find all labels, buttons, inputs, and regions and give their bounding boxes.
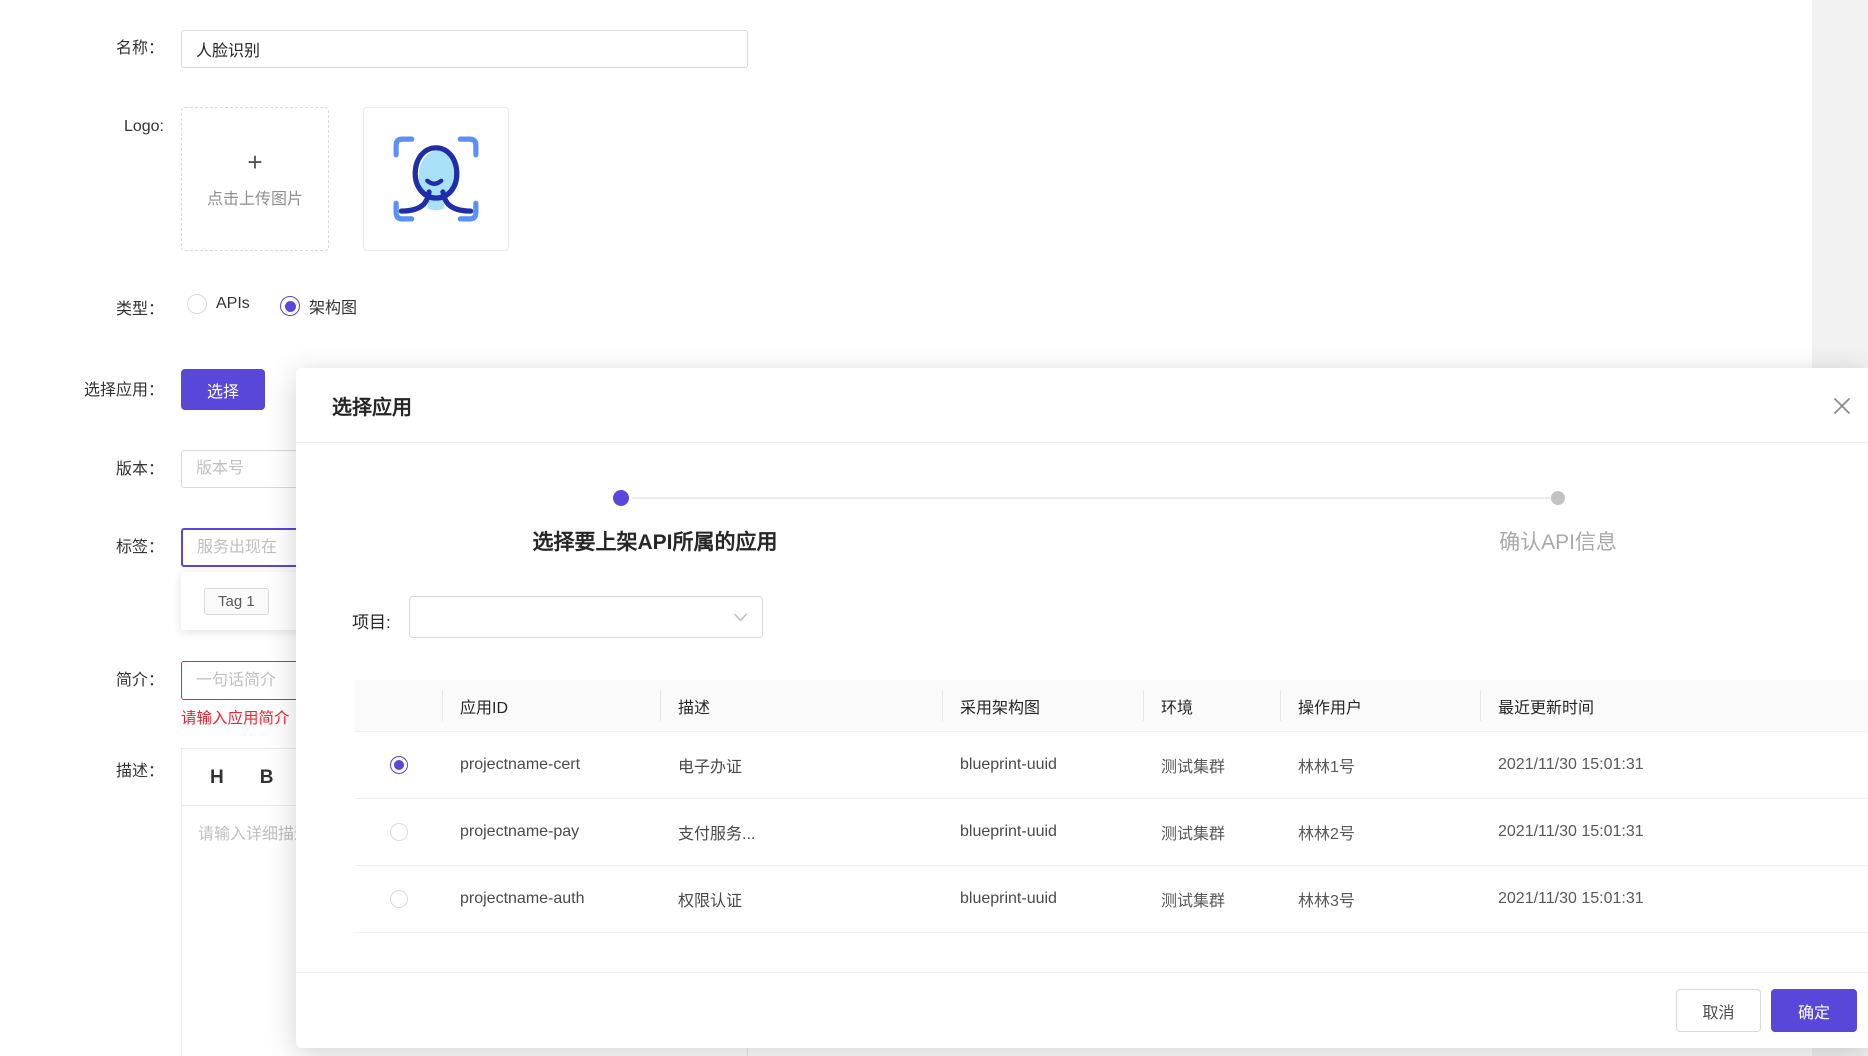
row-radio[interactable] bbox=[390, 756, 408, 774]
radio-circle[interactable] bbox=[280, 296, 300, 316]
column-header: 操作用户 bbox=[1280, 680, 1480, 731]
app-description: 电子办证 bbox=[660, 753, 942, 777]
app-operator: 林林3号 bbox=[1280, 887, 1480, 911]
app-table: 应用ID描述采用架构图环境操作用户最近更新时间 projectname-cert… bbox=[355, 680, 1868, 933]
heading-tool-icon[interactable]: H bbox=[210, 768, 224, 787]
table-row[interactable]: projectname-cert 电子办证 blueprint-uuid 测试集… bbox=[355, 732, 1868, 799]
type-label: 类型： bbox=[0, 300, 164, 320]
step2-label: 确认API信息 bbox=[1499, 526, 1617, 556]
name-input[interactable] bbox=[181, 30, 748, 68]
step1-label: 选择要上架API所属的应用 bbox=[532, 526, 777, 556]
app-environment: 测试集群 bbox=[1143, 820, 1280, 844]
radio-blueprint[interactable]: 架构图 bbox=[280, 294, 357, 318]
description-label: 描述： bbox=[0, 762, 164, 782]
bold-tool-icon[interactable]: B bbox=[260, 768, 274, 787]
app-operator: 林林2号 bbox=[1280, 820, 1480, 844]
intro-error-message: 请输入应用简介 bbox=[181, 706, 290, 728]
app-environment: 测试集群 bbox=[1143, 887, 1280, 911]
modal-header: 选择应用 bbox=[296, 368, 1868, 443]
face-scan-icon bbox=[384, 123, 488, 235]
table-header-row: 应用ID描述采用架构图环境操作用户最近更新时间 bbox=[355, 680, 1868, 732]
column-header: 环境 bbox=[1143, 680, 1280, 731]
app-id-link[interactable]: projectname-pay bbox=[442, 823, 660, 841]
project-label: 项目: bbox=[352, 608, 391, 633]
modal-footer: 取消 确定 bbox=[296, 972, 1868, 1048]
logo-preview[interactable] bbox=[363, 107, 509, 251]
app-screen: 名称： Logo: + 点击上传图片 类型： bbox=[0, 0, 1868, 1056]
blueprint-link[interactable]: blueprint-uuid bbox=[942, 756, 1143, 774]
column-header: 最近更新时间 bbox=[1480, 680, 1868, 731]
row-radio[interactable] bbox=[390, 823, 408, 841]
ok-button[interactable]: 确定 bbox=[1771, 989, 1857, 1032]
version-label: 版本： bbox=[0, 460, 164, 480]
chevron-down-icon bbox=[733, 610, 748, 625]
radio-blueprint-label: 架构图 bbox=[309, 294, 357, 318]
step2-dot bbox=[1551, 491, 1565, 505]
steps-connector bbox=[632, 497, 1552, 499]
upload-logo-button[interactable]: + 点击上传图片 bbox=[181, 107, 329, 251]
app-environment: 测试集群 bbox=[1143, 753, 1280, 777]
intro-label: 简介： bbox=[0, 671, 164, 691]
tag-label: 标签： bbox=[0, 538, 164, 558]
table-body: projectname-cert 电子办证 blueprint-uuid 测试集… bbox=[355, 732, 1868, 933]
radio-apis-label: APIs bbox=[216, 295, 250, 313]
tag-option[interactable]: Tag 1 bbox=[204, 588, 269, 615]
blueprint-link[interactable]: blueprint-uuid bbox=[942, 890, 1143, 908]
app-operator: 林林1号 bbox=[1280, 753, 1480, 777]
column-header: 描述 bbox=[660, 680, 942, 731]
logo-label: Logo: bbox=[0, 117, 164, 137]
name-label: 名称： bbox=[0, 39, 164, 59]
close-icon[interactable] bbox=[1826, 390, 1858, 422]
select-app-modal: 选择应用 选择要上架API所属的应用 确认API信息 项目: 应用ID描述采用架… bbox=[296, 368, 1868, 1048]
app-description: 支付服务... bbox=[660, 820, 942, 844]
plus-icon: + bbox=[247, 149, 262, 175]
project-select[interactable] bbox=[409, 596, 763, 638]
select-app-label: 选择应用： bbox=[0, 381, 164, 401]
row-radio[interactable] bbox=[390, 890, 408, 908]
table-row[interactable]: projectname-auth 权限认证 blueprint-uuid 测试集… bbox=[355, 866, 1868, 933]
upload-hint: 点击上传图片 bbox=[207, 185, 303, 209]
column-header: 采用架构图 bbox=[942, 680, 1143, 731]
table-row[interactable]: projectname-pay 支付服务... blueprint-uuid 测… bbox=[355, 799, 1868, 866]
modal-title: 选择应用 bbox=[332, 368, 412, 443]
app-updated-time: 2021/11/30 15:01:31 bbox=[1480, 756, 1868, 774]
app-description: 权限认证 bbox=[660, 887, 942, 911]
app-updated-time: 2021/11/30 15:01:31 bbox=[1480, 890, 1868, 908]
cancel-button[interactable]: 取消 bbox=[1676, 989, 1761, 1032]
app-id-link[interactable]: projectname-auth bbox=[442, 890, 660, 908]
select-app-button[interactable]: 选择 bbox=[181, 369, 265, 410]
column-header: 应用ID bbox=[442, 680, 660, 731]
app-id-link[interactable]: projectname-cert bbox=[442, 756, 660, 774]
radio-apis[interactable]: APIs bbox=[187, 294, 250, 314]
radio-column-header bbox=[355, 680, 442, 731]
step1-dot bbox=[613, 490, 629, 506]
blueprint-link[interactable]: blueprint-uuid bbox=[942, 823, 1143, 841]
radio-circle[interactable] bbox=[187, 294, 207, 314]
app-updated-time: 2021/11/30 15:01:31 bbox=[1480, 823, 1868, 841]
